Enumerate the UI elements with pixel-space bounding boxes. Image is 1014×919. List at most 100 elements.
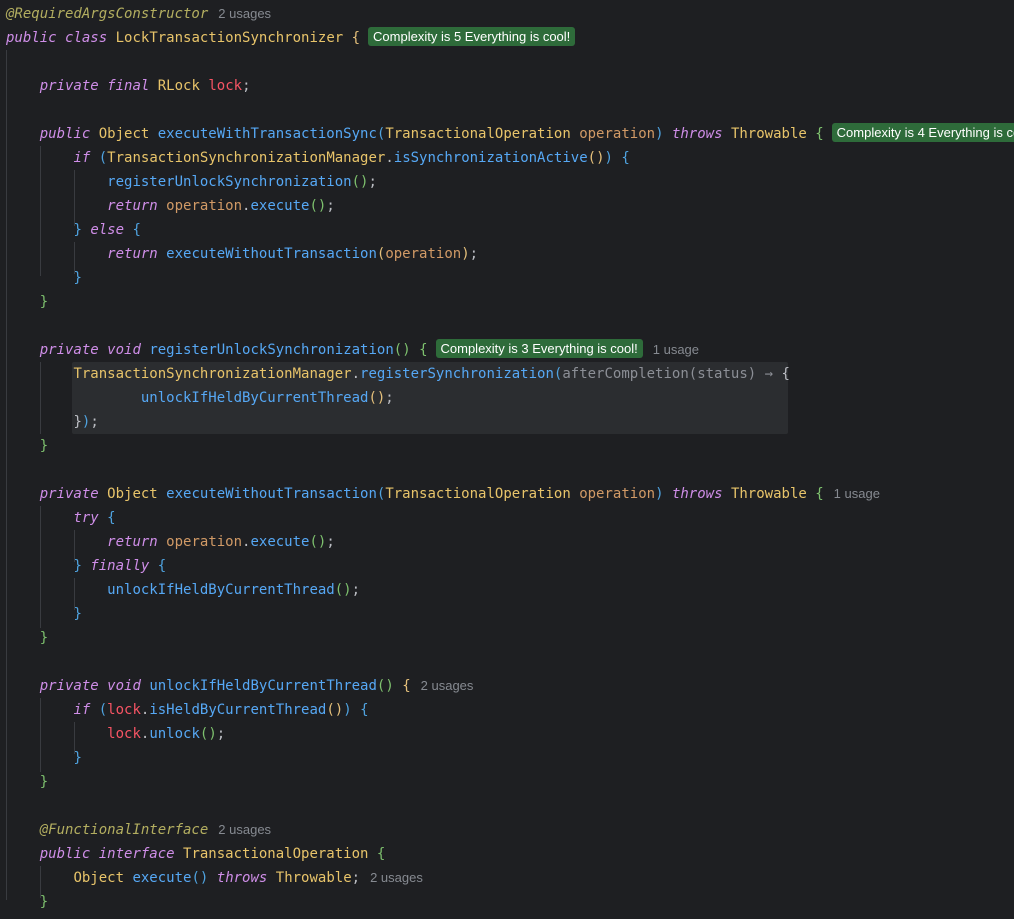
code-line[interactable]: lock.unlock(); bbox=[6, 722, 225, 746]
code-token: ; bbox=[351, 870, 361, 886]
code-line[interactable]: if (lock.isHeldByCurrentThread()) { bbox=[6, 698, 368, 722]
complexity-badge[interactable]: Complexity is 3 Everything is cool! bbox=[435, 339, 643, 358]
code-token: private bbox=[39, 78, 99, 94]
code-line[interactable]: } finally { bbox=[6, 554, 166, 578]
code-token: { bbox=[132, 222, 141, 238]
code-token: . bbox=[351, 366, 361, 382]
code-token: finally bbox=[90, 558, 150, 574]
usages-hint[interactable]: 2 usages bbox=[370, 870, 423, 885]
code-line[interactable]: } bbox=[6, 746, 82, 770]
code-line[interactable]: } bbox=[6, 626, 48, 650]
code-token: { bbox=[376, 846, 386, 862]
code-line[interactable]: private Object executeWithoutTransaction… bbox=[6, 482, 880, 506]
code-line[interactable]: unlockIfHeldByCurrentThread(); bbox=[6, 386, 394, 410]
usages-hint[interactable]: 2 usages bbox=[421, 678, 474, 693]
code-token: { bbox=[781, 366, 790, 382]
code-line[interactable]: private void registerUnlockSynchronizati… bbox=[6, 338, 699, 362]
code-token: @RequiredArgsConstructor bbox=[6, 6, 209, 22]
complexity-badge[interactable]: Complexity is 4 Everything is cool! bbox=[831, 123, 1014, 142]
code-token: } bbox=[73, 750, 82, 766]
usages-hint[interactable]: 2 usages bbox=[218, 822, 271, 837]
code-line[interactable]: @RequiredArgsConstructor 2 usages bbox=[6, 2, 271, 26]
code-line[interactable]: } bbox=[6, 602, 81, 626]
code-line[interactable]: return operation.execute(); bbox=[6, 530, 335, 554]
code-line[interactable]: Object execute() throws Throwable; 2 usag… bbox=[6, 866, 423, 890]
code-line[interactable]: return operation.execute(); bbox=[6, 194, 335, 218]
code-token: isHeldByCurrentThread bbox=[149, 702, 327, 718]
usages-hint[interactable]: 2 usages bbox=[218, 6, 271, 21]
code-line[interactable]: public class LockTransactionSynchronizer… bbox=[6, 26, 576, 50]
code-line[interactable]: } bbox=[6, 290, 48, 314]
code-line[interactable]: } bbox=[6, 266, 81, 290]
code-token: ) bbox=[461, 246, 470, 262]
code-token: Object bbox=[90, 126, 158, 142]
complexity-badge[interactable]: Complexity is 5 Everything is cool! bbox=[368, 27, 576, 46]
usages-hint[interactable]: 1 usage bbox=[653, 342, 699, 357]
code-token: unlockIfHeldByCurrentThread bbox=[140, 390, 369, 406]
code-line[interactable]: } else { bbox=[6, 218, 141, 242]
code-token: isSynchronizationActive bbox=[393, 150, 588, 166]
code-line[interactable]: try { bbox=[6, 506, 116, 530]
code-token: public bbox=[39, 846, 91, 862]
code-token: throws bbox=[216, 870, 268, 886]
code-token: TransactionalOperation bbox=[174, 846, 377, 862]
code-line[interactable]: } bbox=[6, 890, 48, 914]
code-token: ; bbox=[351, 582, 361, 598]
code-line[interactable]: private void unlockIfHeldByCurrentThread… bbox=[6, 674, 474, 698]
code-token: executeWithoutTransaction bbox=[166, 486, 377, 502]
code-token: } bbox=[73, 414, 82, 430]
code-line[interactable]: } bbox=[6, 434, 48, 458]
code-token: throws bbox=[671, 126, 723, 142]
code-line[interactable]: registerUnlockSynchronization(); bbox=[6, 170, 377, 194]
code-token: ; bbox=[216, 726, 226, 742]
code-line[interactable]: } bbox=[6, 770, 48, 794]
code-token: ; bbox=[90, 414, 99, 430]
code-token: Object bbox=[73, 870, 133, 886]
code-token: { bbox=[107, 510, 116, 526]
code-line[interactable]: private final RLock lock; bbox=[6, 74, 251, 98]
code-token: operation bbox=[579, 126, 656, 142]
code-token: interface bbox=[98, 846, 175, 862]
code-line[interactable]: TransactionSynchronizationManager.regist… bbox=[6, 362, 790, 386]
code-token: lock bbox=[208, 78, 243, 94]
code-token: registerUnlockSynchronization bbox=[149, 342, 394, 358]
code-token: Throwable bbox=[722, 486, 816, 502]
code-line[interactable]: return executeWithoutTransaction(operati… bbox=[6, 242, 478, 266]
code-token: public bbox=[6, 30, 57, 46]
code-token: throws bbox=[671, 486, 723, 502]
code-line[interactable]: @FunctionalInterface 2 usages bbox=[6, 818, 271, 842]
code-token: execute bbox=[250, 198, 310, 214]
code-line[interactable]: }); bbox=[6, 410, 99, 434]
code-line[interactable]: public interface TransactionalOperation … bbox=[6, 842, 386, 866]
code-token: ) bbox=[655, 486, 664, 502]
code-token: TransactionSynchronizationManager bbox=[107, 150, 386, 166]
code-line[interactable]: unlockIfHeldByCurrentThread(); bbox=[6, 578, 360, 602]
code-line[interactable]: public Object executeWithTransactionSync… bbox=[6, 122, 1014, 146]
code-token: () bbox=[351, 174, 369, 190]
code-token: private bbox=[39, 486, 99, 502]
code-line[interactable]: if (TransactionSynchronizationManager.is… bbox=[6, 146, 629, 170]
usages-hint[interactable]: 1 usage bbox=[834, 486, 880, 501]
code-token: } bbox=[39, 630, 49, 646]
code-editor[interactable]: @RequiredArgsConstructor 2 usages public c… bbox=[0, 0, 1014, 919]
code-token: LockTransactionSynchronizer bbox=[107, 30, 352, 46]
code-token: () bbox=[309, 534, 327, 550]
code-token: TransactionalOperation bbox=[385, 486, 580, 502]
